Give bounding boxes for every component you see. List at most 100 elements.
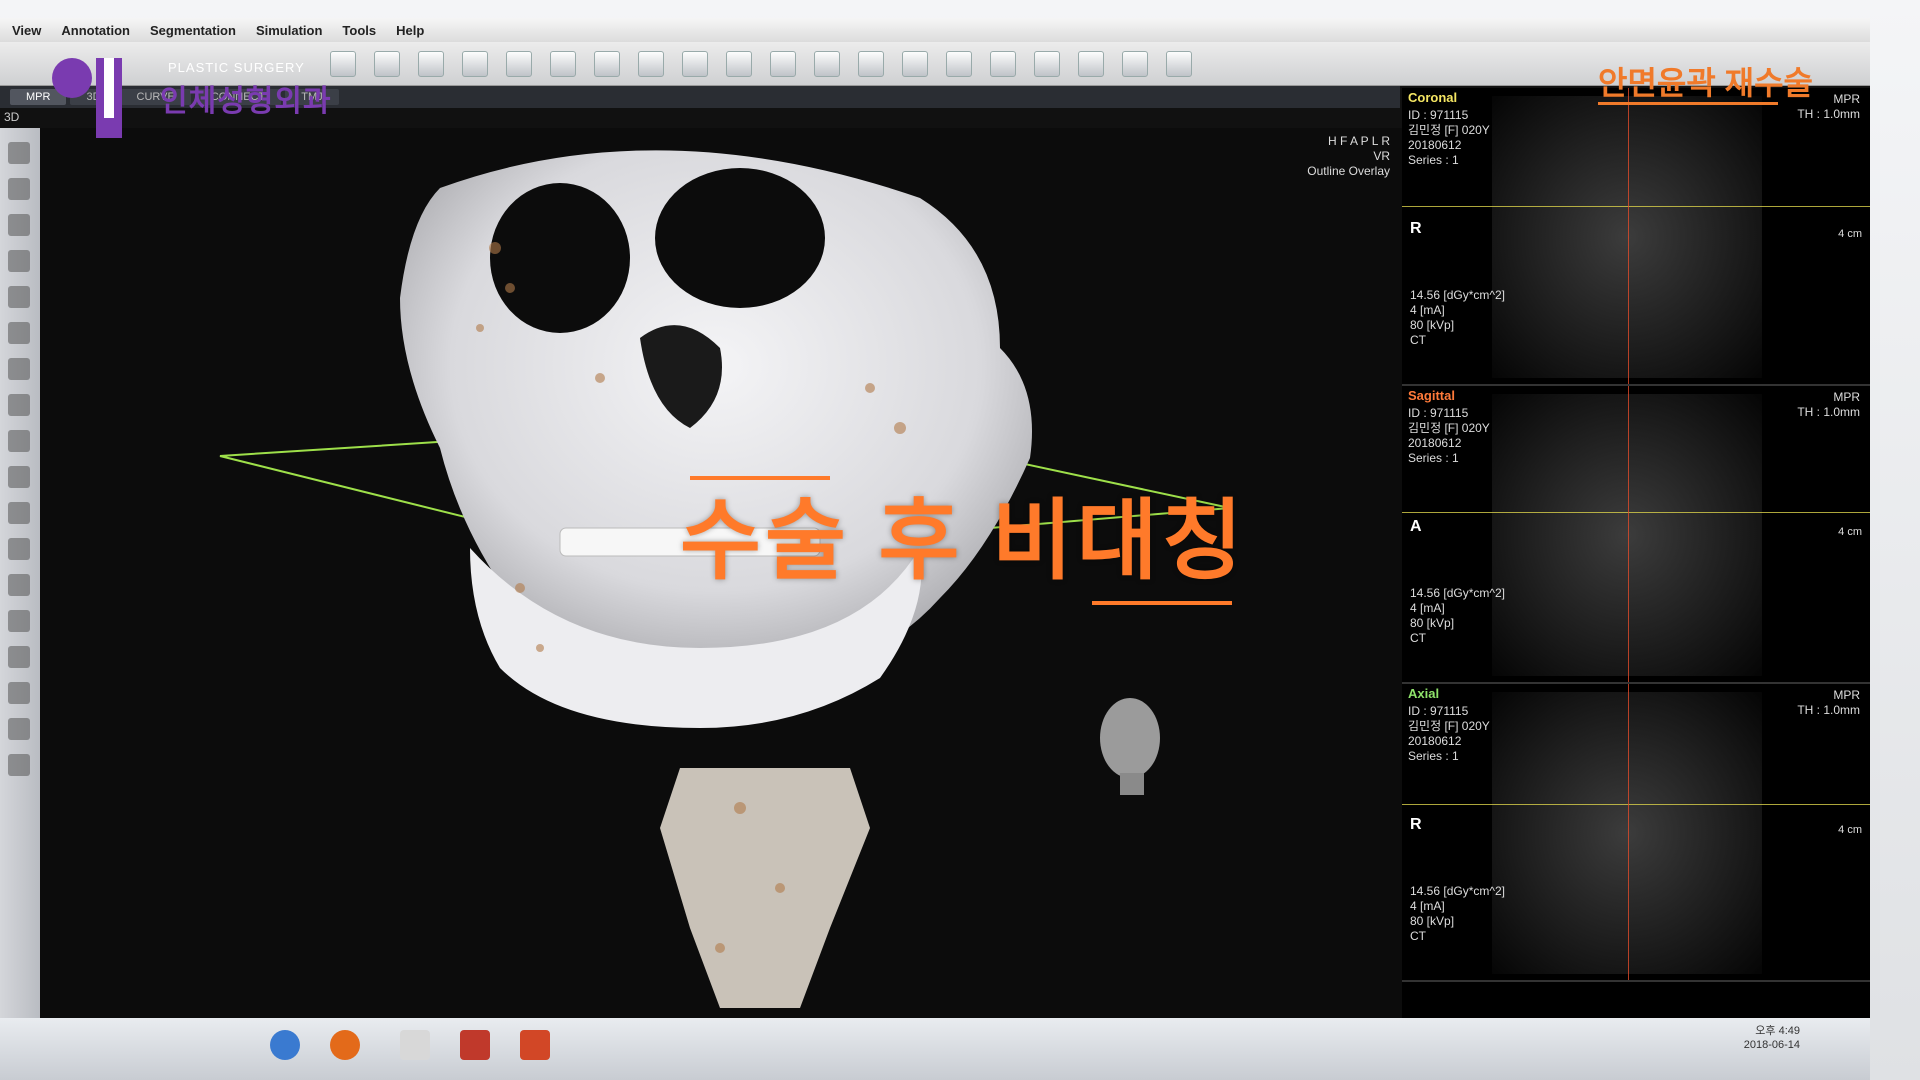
tool-icon[interactable] bbox=[8, 754, 30, 776]
patient-info: ID : 971115 김민정 [F] 020Y 20180612 Series… bbox=[1408, 704, 1490, 763]
tool-icon[interactable] bbox=[8, 322, 30, 344]
tool-icon[interactable] bbox=[8, 682, 30, 704]
render-mode: VR bbox=[1373, 149, 1390, 163]
sagittal-panel[interactable]: Sagittal ID : 971115 김민정 [F] 020Y 201806… bbox=[1402, 386, 1870, 684]
menu-bar: View Annotation Segmentation Simulation … bbox=[0, 18, 1870, 42]
scale-label: 4 cm bbox=[1838, 228, 1862, 240]
patient-info: ID : 971115 김민정 [F] 020Y 20180612 Series… bbox=[1408, 108, 1490, 167]
axial-panel[interactable]: Axial ID : 971115 김민정 [F] 020Y 20180612 … bbox=[1402, 684, 1870, 982]
tool-button[interactable] bbox=[462, 50, 488, 77]
logo-title: 인체성형외과 bbox=[160, 85, 332, 118]
clinic-logo-icon bbox=[52, 58, 122, 138]
scale-label: 4 cm bbox=[1838, 824, 1862, 836]
monitor-photo: View Annotation Segmentation Simulation … bbox=[0, 0, 1920, 1080]
tool-icon[interactable] bbox=[8, 214, 30, 236]
tool-icon[interactable] bbox=[8, 358, 30, 380]
tool-icon[interactable] bbox=[8, 394, 30, 416]
tool-icon[interactable] bbox=[8, 646, 30, 668]
tool-button[interactable] bbox=[682, 50, 708, 77]
crosshair-horizontal[interactable] bbox=[1402, 206, 1870, 207]
crosshair-horizontal[interactable] bbox=[1402, 512, 1870, 513]
tool-icon[interactable] bbox=[8, 502, 30, 524]
logo-subtitle: PLASTIC SURGERY bbox=[168, 60, 305, 75]
tool-button[interactable] bbox=[1034, 50, 1060, 77]
patient-info: ID : 971115 김민정 [F] 020Y 20180612 Series… bbox=[1408, 406, 1490, 465]
coronal-panel[interactable]: Coronal ID : 971115 김민정 [F] 020Y 2018061… bbox=[1402, 88, 1870, 386]
tool-button[interactable] bbox=[858, 50, 884, 77]
app-icon[interactable] bbox=[460, 1030, 490, 1060]
tool-button[interactable] bbox=[1122, 50, 1148, 77]
tool-button[interactable] bbox=[946, 50, 972, 77]
coronal-ct-image bbox=[1492, 96, 1762, 378]
firefox-icon[interactable] bbox=[330, 1030, 360, 1060]
tool-button[interactable] bbox=[1166, 50, 1192, 77]
powerpoint-icon[interactable] bbox=[520, 1030, 550, 1060]
spine bbox=[660, 768, 870, 1008]
sagittal-title: Sagittal bbox=[1408, 388, 1455, 403]
caption-line-bottom bbox=[1092, 601, 1232, 605]
tool-button[interactable] bbox=[726, 50, 752, 77]
orientation-labels: H F A P L R bbox=[1327, 134, 1390, 148]
menu-simulation[interactable]: Simulation bbox=[256, 23, 322, 38]
tool-icon[interactable] bbox=[8, 250, 30, 272]
tool-icon[interactable] bbox=[8, 610, 30, 632]
menu-view[interactable]: View bbox=[12, 23, 41, 38]
scale-label: 4 cm bbox=[1838, 526, 1862, 538]
left-tool-strip bbox=[0, 128, 40, 1018]
view-3d-label: 3D bbox=[4, 110, 20, 124]
tool-button[interactable] bbox=[638, 50, 664, 77]
chrome-icon[interactable] bbox=[270, 1030, 300, 1060]
head-orientation-icon[interactable] bbox=[1100, 698, 1160, 795]
tool-icon[interactable] bbox=[8, 286, 30, 308]
tool-button[interactable] bbox=[770, 50, 796, 77]
tool-icon[interactable] bbox=[8, 178, 30, 200]
corner-underline bbox=[1598, 102, 1778, 105]
right-orbit bbox=[655, 168, 825, 308]
menu-segmentation[interactable]: Segmentation bbox=[150, 23, 236, 38]
orientation-label: A bbox=[1410, 518, 1422, 535]
crosshair-vertical[interactable] bbox=[1628, 684, 1629, 980]
orientation-label: R bbox=[1410, 220, 1422, 237]
tool-button[interactable] bbox=[1078, 50, 1104, 77]
menu-help[interactable]: Help bbox=[396, 23, 424, 38]
crosshair-vertical[interactable] bbox=[1628, 386, 1629, 682]
tool-icon[interactable] bbox=[8, 538, 30, 560]
caption: 수술 후 비대칭 bbox=[680, 491, 1247, 590]
crosshair-vertical[interactable] bbox=[1628, 88, 1629, 384]
axial-ct-image bbox=[1492, 692, 1762, 974]
outline-overlay-label[interactable]: Outline Overlay bbox=[1307, 164, 1390, 179]
tool-icon[interactable] bbox=[8, 574, 30, 596]
system-tray[interactable]: 오후 4:49 2018-06-14 bbox=[1744, 1024, 1800, 1052]
clock-date: 2018-06-14 bbox=[1743, 1039, 1800, 1051]
taskbar: 오후 4:49 2018-06-14 bbox=[0, 1018, 1870, 1080]
left-orbit bbox=[490, 183, 630, 333]
sagittal-ct-image bbox=[1492, 394, 1762, 676]
clock-time: 오후 4:49 bbox=[1755, 1025, 1800, 1037]
tool-button[interactable] bbox=[418, 50, 444, 77]
tool-icon[interactable] bbox=[8, 466, 30, 488]
mpr-thickness: MPR TH : 1.0mm bbox=[1797, 688, 1860, 717]
tool-icon[interactable] bbox=[8, 142, 30, 164]
explorer-icon[interactable] bbox=[400, 1030, 430, 1060]
menu-tools[interactable]: Tools bbox=[342, 23, 376, 38]
dose-info: 14.56 [dGy*cm^2] 4 [mA] 80 [kVp] CT bbox=[1410, 586, 1506, 645]
tool-button[interactable] bbox=[506, 50, 532, 77]
tool-button[interactable] bbox=[550, 50, 576, 77]
orientation-label: R bbox=[1410, 816, 1422, 833]
tool-button[interactable] bbox=[990, 50, 1016, 77]
mpr-panels: Coronal ID : 971115 김민정 [F] 020Y 2018061… bbox=[1402, 88, 1870, 1018]
tool-button[interactable] bbox=[374, 50, 400, 77]
crosshair-horizontal[interactable] bbox=[1402, 804, 1870, 805]
dose-info: 14.56 [dGy*cm^2] 4 [mA] 80 [kVp] CT bbox=[1410, 288, 1506, 347]
tool-icon[interactable] bbox=[8, 430, 30, 452]
tool-icon[interactable] bbox=[8, 718, 30, 740]
dose-info: 14.56 [dGy*cm^2] 4 [mA] 80 [kVp] CT bbox=[1410, 884, 1506, 943]
menu-annotation[interactable]: Annotation bbox=[61, 23, 130, 38]
viewport-info: H F A P L R VR Outline Overlay bbox=[1307, 134, 1390, 179]
tool-button[interactable] bbox=[902, 50, 928, 77]
tool-button[interactable] bbox=[330, 50, 356, 77]
tool-button[interactable] bbox=[814, 50, 840, 77]
tool-button[interactable] bbox=[594, 50, 620, 77]
coronal-title: Coronal bbox=[1408, 90, 1458, 105]
mpr-thickness: MPR TH : 1.0mm bbox=[1797, 390, 1860, 419]
